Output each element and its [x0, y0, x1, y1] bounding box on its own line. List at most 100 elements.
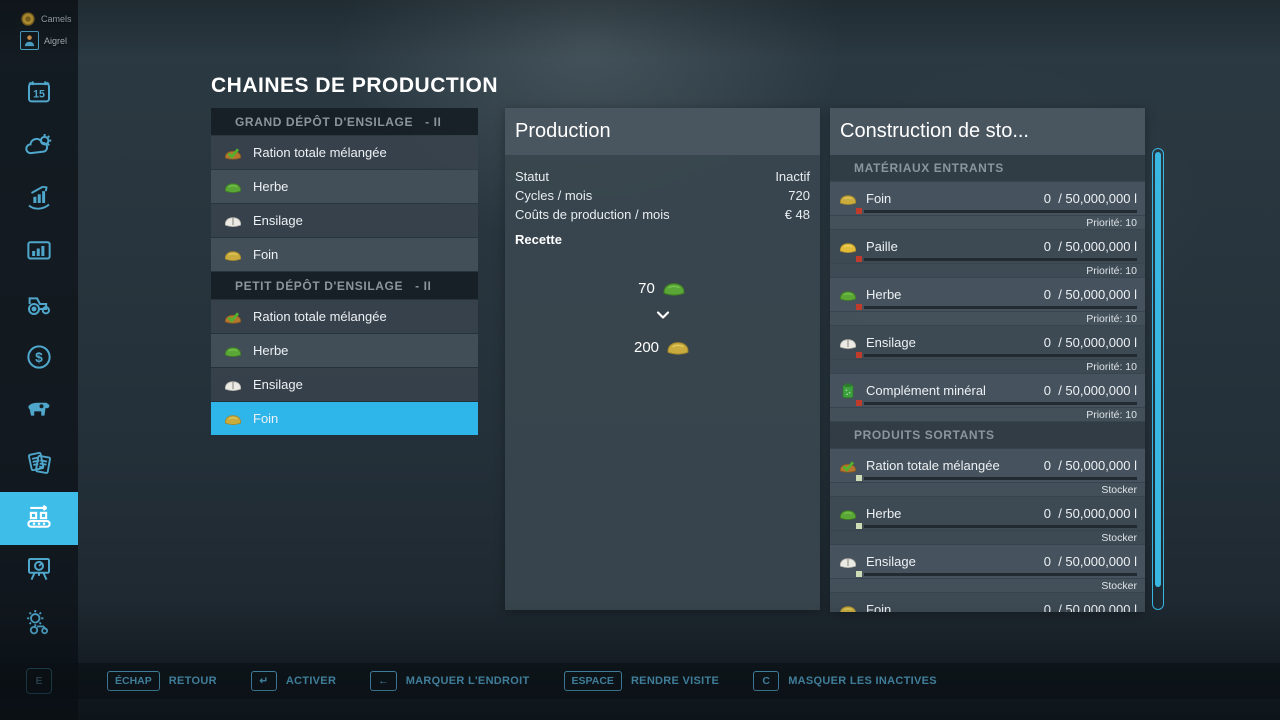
fill-level-value: 0 / 50,000,000 l	[1044, 287, 1137, 302]
fill-type-label: Herbe	[866, 506, 1044, 521]
fill-marker	[856, 256, 862, 262]
storage-row-sub[interactable]: Priorité: 10	[830, 312, 1145, 325]
production-list-item-ensilage[interactable]: Ensilage	[211, 368, 478, 401]
sidebar-item-statistics[interactable]	[0, 227, 78, 280]
fill-progress-bar	[864, 258, 1137, 261]
production-chains-icon	[24, 501, 54, 536]
grass-icon	[223, 177, 243, 197]
contracts-icon	[24, 448, 54, 483]
production-section-header: PETIT DÉPÔT D'ENSILAGE- II	[211, 272, 478, 299]
sidebar-item-calendar[interactable]: 15	[0, 68, 78, 121]
animals-icon	[24, 395, 54, 430]
production-list-item-ensilage[interactable]: Ensilage	[211, 204, 478, 237]
storage-row-sub[interactable]: Priorité: 10	[830, 264, 1145, 277]
storage-row-ensilage[interactable]: Ensilage0 / 50,000,000 l	[830, 545, 1145, 578]
sidebar-item-map-board[interactable]	[0, 545, 78, 598]
scrollbar-thumb[interactable]	[1155, 152, 1161, 587]
fill-level-value: 0 / 50,000,000 l	[1044, 383, 1137, 398]
stat-value: € 48	[785, 205, 810, 224]
coin-icon	[20, 11, 36, 27]
sidebar-item-animals[interactable]	[0, 386, 78, 439]
straw-icon	[838, 237, 858, 257]
key-hint-marquer-l-endroit[interactable]: ←MARQUER L'ENDROIT	[370, 671, 529, 691]
storage-section-header: MATÉRIAUX ENTRANTS	[830, 155, 1145, 181]
fill-marker	[856, 475, 862, 481]
sidebar-item-vehicles[interactable]	[0, 280, 78, 333]
production-list-item-herbe[interactable]: Herbe	[211, 334, 478, 367]
weather-icon	[24, 130, 54, 165]
sidebar-item-contracts[interactable]	[0, 439, 78, 492]
recipe-input: 70	[638, 275, 687, 301]
storage-rows: MATÉRIAUX ENTRANTSFoin0 / 50,000,000 lPr…	[830, 155, 1145, 612]
sidebar-item-prices[interactable]	[0, 174, 78, 227]
storage-row-herbe[interactable]: Herbe0 / 50,000,000 l	[830, 497, 1145, 530]
fill-marker	[856, 400, 862, 406]
production-list-item-ration-totale-m-lang-e[interactable]: Ration totale mélangée	[211, 136, 478, 169]
item-label: Herbe	[253, 179, 288, 194]
key-hint-rendre-visite[interactable]: ESPACERENDRE VISITE	[564, 671, 720, 691]
fill-level-value: 0 / 50,000,000 l	[1044, 602, 1137, 612]
key-hint-masquer-les-inactives[interactable]: CMASQUER LES INACTIVES	[753, 671, 937, 691]
storage-row-ensilage[interactable]: Ensilage0 / 50,000,000 l	[830, 326, 1145, 359]
fill-marker	[856, 352, 862, 358]
fill-type-label: Herbe	[866, 287, 1044, 302]
storage-row-foin[interactable]: Foin0 / 50,000,000 l	[830, 182, 1145, 215]
production-panel-title: Production	[515, 120, 611, 143]
production-list-item-foin[interactable]: Foin	[211, 238, 478, 271]
tmr-icon	[223, 143, 243, 163]
storage-row-sub[interactable]: Stocker	[830, 483, 1145, 496]
storage-section-header: PRODUITS SORTANTS	[830, 422, 1145, 448]
storage-row-sub[interactable]: Priorité: 10	[830, 360, 1145, 373]
fill-marker	[856, 523, 862, 529]
item-label: Herbe	[253, 343, 288, 358]
production-panel-header: Production	[505, 108, 820, 155]
production-list-item-ration-totale-m-lang-e[interactable]: Ration totale mélangée	[211, 300, 478, 333]
storage-row-herbe[interactable]: Herbe0 / 50,000,000 l	[830, 278, 1145, 311]
hud-label: Camels	[41, 14, 72, 24]
storage-row-foin[interactable]: Foin0 / 50,000,000 l	[830, 593, 1145, 612]
storage-row-sub[interactable]: Priorité: 10	[830, 216, 1145, 229]
section-title: GRAND DÉPÔT D'ENSILAGE	[235, 115, 413, 129]
fill-type-label: Ensilage	[866, 554, 1044, 569]
key-hint-retour[interactable]: ÉCHAPRETOUR	[107, 671, 217, 691]
sidebar-item-finances[interactable]: $	[0, 333, 78, 386]
hud-label: Aigrel	[44, 36, 67, 46]
chevron-down-icon	[653, 305, 673, 330]
item-label: Foin	[253, 411, 278, 426]
sidebar-item-weather[interactable]	[0, 121, 78, 174]
storage-row-ration-totale-m-lang-e[interactable]: Ration totale mélangée0 / 50,000,000 l	[830, 449, 1145, 482]
hay-icon	[223, 409, 243, 429]
key-cap: ←	[370, 671, 397, 691]
key-hint-label: MASQUER LES INACTIVES	[788, 675, 937, 687]
fill-type-label: Foin	[866, 602, 1044, 612]
fill-progress-bar	[864, 525, 1137, 528]
mineral-icon	[838, 381, 858, 401]
section-suffix: - II	[425, 115, 441, 129]
sidebar-item-production-chains[interactable]	[0, 492, 78, 545]
storage-row-compl-ment-min-ral[interactable]: Complément minéral0 / 50,000,000 l	[830, 374, 1145, 407]
vehicles-icon	[24, 289, 54, 324]
grass-icon	[838, 285, 858, 305]
scrollbar[interactable]	[1152, 148, 1164, 610]
production-list-item-herbe[interactable]: Herbe	[211, 170, 478, 203]
storage-row-sub[interactable]: Stocker	[830, 531, 1145, 544]
storage-panel-header: Construction de sto...	[830, 108, 1145, 155]
production-chain-list: GRAND DÉPÔT D'ENSILAGE - II Ration totale …	[211, 108, 478, 435]
player-icon	[20, 31, 39, 50]
recipe-input-amount: 70	[638, 280, 655, 297]
hay-icon	[665, 334, 691, 360]
storage-row-paille[interactable]: Paille0 / 50,000,000 l	[830, 230, 1145, 263]
storage-row-sub[interactable]: Priorité: 10	[830, 408, 1145, 421]
fill-progress-bar	[864, 210, 1137, 213]
finances-icon: $	[24, 342, 54, 377]
page-title: CHAINES DE PRODUCTION	[211, 74, 498, 98]
production-list-item-foin[interactable]: Foin	[211, 402, 478, 435]
storage-row-sub[interactable]: Stocker	[830, 579, 1145, 592]
fill-type-label: Foin	[866, 191, 1044, 206]
key-hint-activer[interactable]: ↵ACTIVER	[251, 671, 336, 691]
fill-type-label: Ration totale mélangée	[866, 458, 1044, 473]
hay-icon	[838, 189, 858, 209]
sidebar-item-maintenance[interactable]	[0, 598, 78, 651]
hay-icon	[223, 245, 243, 265]
key-cap: ESPACE	[564, 671, 622, 691]
